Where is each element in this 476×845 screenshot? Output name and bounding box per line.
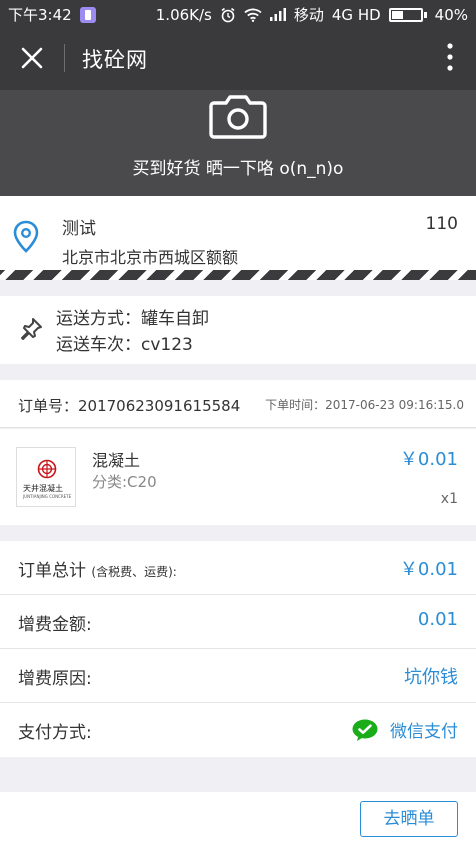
location-pin-icon [12,220,40,254]
network-type: 4G HD [331,5,381,24]
brand-name-en: JUNTIANJING CONCRETE [23,494,72,499]
footer-bar: 去晒单 [0,792,476,845]
total-value: ￥0.01 [399,559,458,580]
title-bar: 找砼网 [0,26,476,90]
share-banner[interactable]: 买到好货 晒一下咯 o(n_n)o [0,90,476,196]
total-label-text: 订单总计 [18,561,86,581]
network-speed: 1.06K/s [155,5,212,24]
more-menu-icon[interactable] [446,42,454,74]
order-number: 订单号：20170623091615584 [18,397,241,415]
banner-text: 买到好货 晒一下咯 o(n_n)o [132,159,344,179]
shipping-trip: 运送车次：cv123 [56,335,193,355]
summary-row-payment: 支付方式: 微信支付 [0,703,476,757]
shipping-method: 运送方式：罐车自卸 [56,309,209,329]
share-order-button[interactable]: 去晒单 [360,801,458,837]
summary-row-extra-fee: 增费金额: 0.01 [0,595,476,649]
extra-reason-value: 坑你钱 [404,667,458,688]
wifi-icon [244,8,262,22]
summary-row-total: 订单总计 (含税费、运费): ￥0.01 [0,541,476,595]
order-time: 下单时间：2017-06-23 09:16:15.0 [265,398,464,412]
extra-reason-label: 增费原因: [18,669,92,689]
recipient-name: 测试 [62,219,96,239]
extra-fee-value: 0.01 [417,609,458,630]
total-label: 订单总计 (含税费、运费): [18,556,177,581]
order-summary: 订单总计 (含税费、运费): ￥0.01 增费金额: 0.01 增费原因: 坑你… [0,541,476,757]
alarm-icon [220,7,236,23]
product-thumbnail: 天井混凝土 JUNTIANJING CONCRETE [16,447,76,507]
address-stripe-divider [0,270,476,280]
recipient-address: 北京市北京市西城区额额 [62,248,239,267]
battery-fill [391,10,403,19]
product-category: 分类:C20 [92,473,157,491]
product-item[interactable]: 天井混凝土 JUNTIANJING CONCRETE 混凝土 分类:C20 ￥0… [0,429,476,525]
title-divider [64,44,65,72]
close-icon[interactable] [18,44,46,72]
status-time: 下午3:42 [8,6,72,24]
extra-fee-label: 增费金额: [18,615,92,635]
product-quantity: x1 [440,491,458,507]
payment-method: 微信支付 [352,717,458,742]
brand-name: 天井混凝土 [23,484,63,493]
camera-icon [209,95,267,139]
battery-percent: 40% [434,5,468,24]
signal-icon [269,8,286,21]
wechat-pay-icon [352,719,378,741]
carrier-name: 移动 [293,6,324,24]
payment-label: 支付方式: [18,723,92,743]
payment-value: 微信支付 [390,722,458,742]
shipping-info: 运送方式：罐车自卸 运送车次：cv123 [0,296,476,364]
product-price: ￥0.01 [399,449,458,470]
total-note: (含税费、运费): [91,565,177,579]
status-bar: 下午3:42 1.06K/s 移动 4G HD 40% [0,0,476,26]
pushpin-icon [18,316,44,342]
battery-icon [388,7,427,22]
product-name: 混凝土 [92,451,141,470]
recipient-phone: 110 [425,214,458,234]
page-title: 找砼网 [82,48,148,72]
brand-logo-icon [37,458,57,482]
summary-row-extra-reason: 增费原因: 坑你钱 [0,649,476,703]
order-header: 订单号：20170623091615584 下单时间：2017-06-23 09… [0,380,476,428]
address-card: 测试 110 北京市北京市西城区额额 [0,196,476,280]
app-notification-icon [79,6,96,23]
